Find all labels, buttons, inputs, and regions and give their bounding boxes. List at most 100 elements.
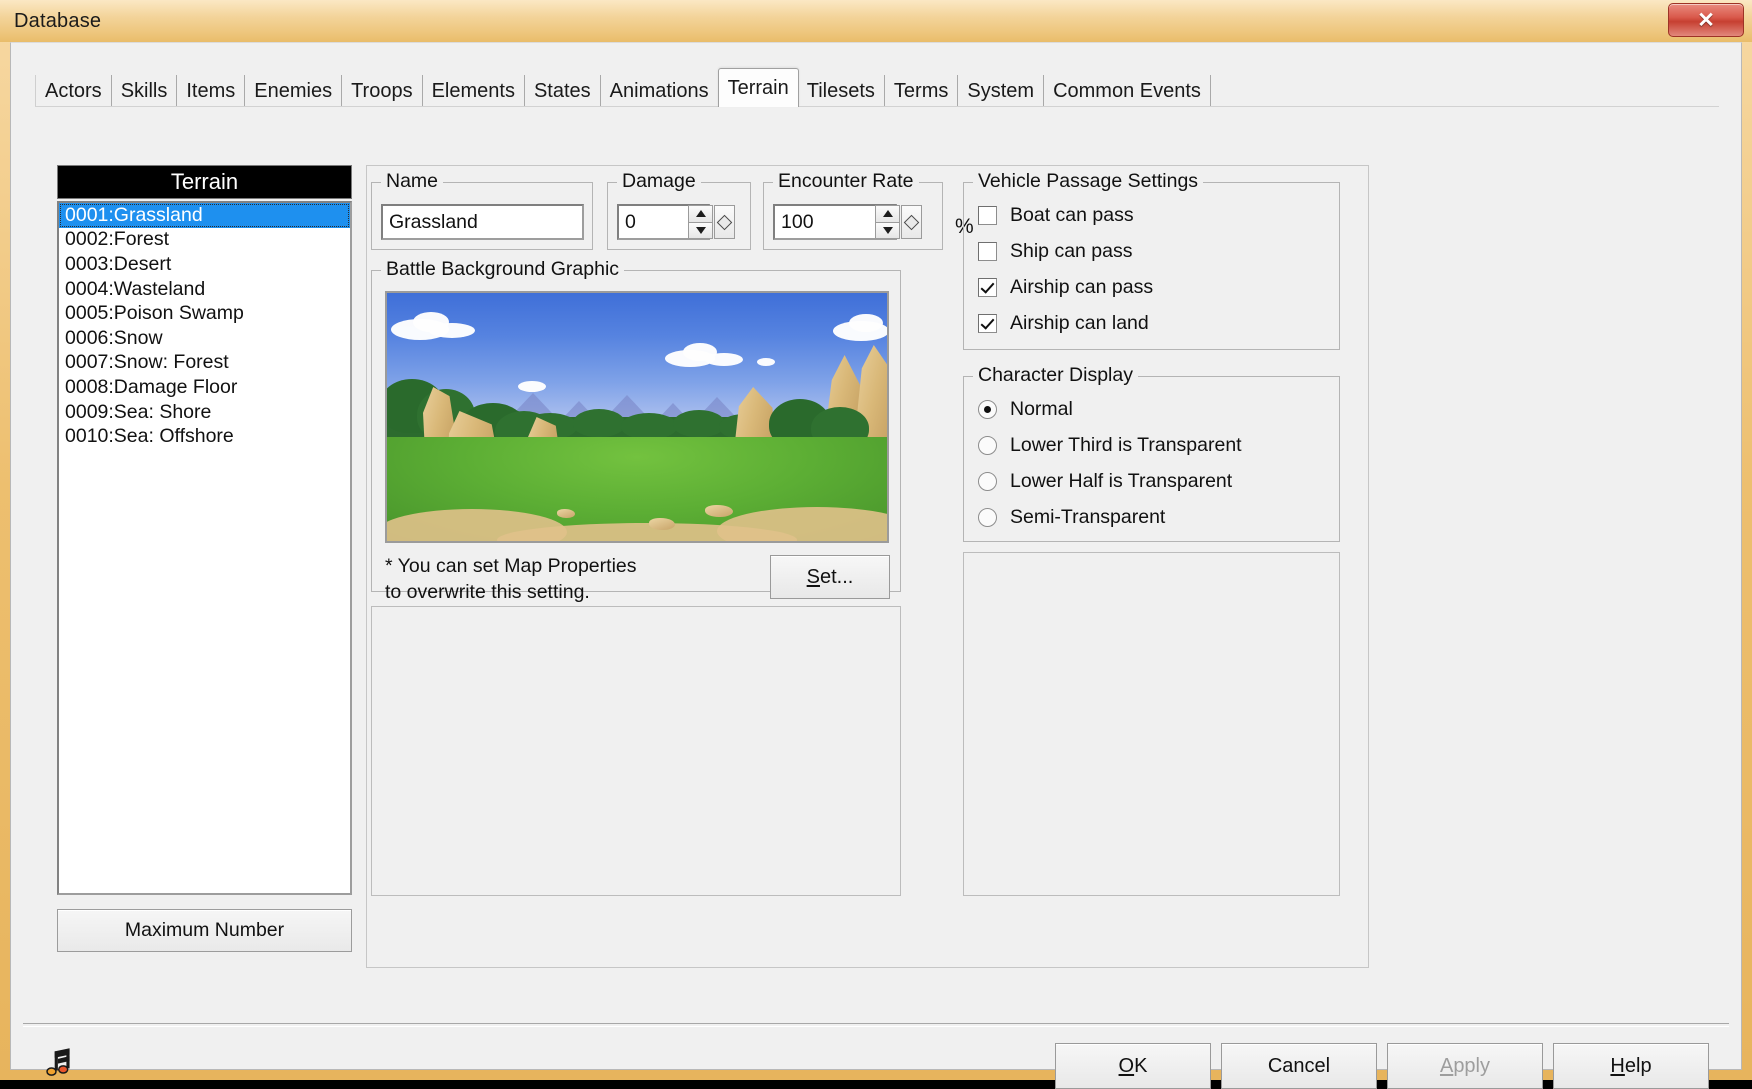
- tab-animations[interactable]: Animations: [600, 75, 719, 107]
- checkbox-boat-can-pass[interactable]: Boat can pass: [978, 204, 1134, 227]
- checkbox-label: Airship can land: [1010, 312, 1149, 334]
- encounter-rate-spinner-grip[interactable]: [901, 205, 922, 239]
- tab-states[interactable]: States: [524, 75, 601, 107]
- chevron-up-icon: [882, 210, 893, 218]
- radio-label: Lower Third is Transparent: [1010, 434, 1242, 456]
- encounter-rate-spinner-up[interactable]: [875, 205, 900, 223]
- radio-label: Normal: [1010, 398, 1073, 420]
- name-input[interactable]: Grassland: [381, 204, 584, 240]
- list-item[interactable]: 0008:Damage Floor: [59, 375, 350, 400]
- apply-button: Apply: [1387, 1043, 1543, 1089]
- radio-icon[interactable]: [978, 472, 997, 491]
- tab-elements[interactable]: Elements: [422, 75, 525, 107]
- radio-normal[interactable]: Normal: [978, 398, 1073, 421]
- terrain-listbox[interactable]: 0001:Grassland 0002:Forest 0003:Desert 0004…: [57, 201, 352, 895]
- checkbox-icon[interactable]: [978, 242, 997, 261]
- cloud: [705, 353, 743, 366]
- list-item[interactable]: 0007:Snow: Forest: [59, 351, 350, 376]
- tab-terms[interactable]: Terms: [884, 75, 959, 107]
- radio-lower-third-is-transparent[interactable]: Lower Third is Transparent: [978, 434, 1242, 457]
- database-window: Database ✕ Actors Skills Items Enemies Troop…: [0, 0, 1752, 1089]
- tab-label: States: [533, 79, 591, 102]
- cancel-button-label: Cancel: [1267, 1054, 1331, 1077]
- terrain-settings-pane: Name Grassland Damage 0 Encounter Rate 1…: [366, 165, 1369, 968]
- damage-spinner-up[interactable]: [688, 205, 713, 223]
- tab-skills[interactable]: Skills: [111, 75, 178, 107]
- encounter-rate-spinner-down[interactable]: [875, 222, 900, 239]
- tab-enemies[interactable]: Enemies: [245, 75, 343, 107]
- checkbox-icon[interactable]: [978, 206, 997, 225]
- damage-spinner-down[interactable]: [688, 222, 713, 239]
- tab-troops[interactable]: Troops: [342, 75, 423, 107]
- list-item[interactable]: 0009:Sea: Shore: [59, 400, 350, 425]
- cloud: [757, 358, 775, 366]
- battle-background-preview[interactable]: [385, 291, 889, 543]
- list-item[interactable]: 0005:Poison Swamp: [59, 301, 350, 326]
- field-stone: [649, 518, 675, 530]
- radio-icon[interactable]: [978, 400, 997, 419]
- maximum-number-button[interactable]: Maximum Number: [57, 909, 352, 952]
- checkbox-airship-can-land[interactable]: Airship can land: [978, 312, 1149, 335]
- tab-label: Enemies: [254, 79, 333, 102]
- damage-legend: Damage: [617, 170, 701, 193]
- checkbox-label: Boat can pass: [1010, 204, 1134, 226]
- tree-blob: [621, 413, 677, 439]
- radio-icon[interactable]: [978, 508, 997, 527]
- checkbox-airship-can-pass[interactable]: Airship can pass: [978, 276, 1153, 299]
- encounter-rate-spinner[interactable]: [875, 205, 900, 239]
- radio-icon[interactable]: [978, 436, 997, 455]
- ok-button[interactable]: OK: [1055, 1043, 1211, 1089]
- list-item[interactable]: 0001:Grassland: [59, 203, 350, 228]
- lower-right-blank-panel: [963, 552, 1340, 896]
- chevron-down-icon: [882, 226, 893, 234]
- tab-actors[interactable]: Actors: [35, 75, 112, 107]
- radio-semi-transparent[interactable]: Semi-Transparent: [978, 506, 1165, 529]
- tab-tilesets[interactable]: Tilesets: [797, 75, 885, 107]
- tree-blob: [573, 409, 625, 437]
- character-display-group: Character Display Normal Lower Third is T…: [963, 364, 1340, 542]
- tab-terrain[interactable]: Terrain: [717, 68, 799, 107]
- set-battle-background-button[interactable]: Set...: [770, 555, 890, 599]
- checkbox-label: Ship can pass: [1010, 240, 1133, 262]
- cancel-button[interactable]: Cancel: [1221, 1043, 1377, 1089]
- character-display-legend: Character Display: [973, 364, 1138, 387]
- checkbox-ship-can-pass[interactable]: Ship can pass: [978, 240, 1133, 263]
- tab-underline: [35, 106, 1719, 107]
- tab-items[interactable]: Items: [177, 75, 246, 107]
- chevron-up-icon: [695, 210, 706, 218]
- set-button-label: Set...: [806, 565, 854, 588]
- vehicle-passage-group: Vehicle Passage Settings Boat can pass Sh…: [963, 170, 1340, 350]
- tab-label: Tilesets: [806, 79, 875, 102]
- list-item[interactable]: 0010:Sea: Offshore: [59, 424, 350, 449]
- damage-spinner-grip[interactable]: [714, 205, 735, 239]
- tab-system[interactable]: System: [958, 75, 1045, 107]
- list-item[interactable]: 0002:Forest: [59, 228, 350, 253]
- tab-common-events[interactable]: Common Events: [1044, 75, 1211, 107]
- list-item[interactable]: 0003:Desert: [59, 252, 350, 277]
- damage-spinner[interactable]: [688, 205, 713, 239]
- battle-background-note: * You can set Map Properties to overwrit…: [385, 555, 637, 604]
- tab-label: Actors: [45, 79, 102, 102]
- radio-lower-half-is-transparent[interactable]: Lower Half is Transparent: [978, 470, 1232, 493]
- tab-bar: Actors Skills Items Enemies Troops Elements St…: [35, 68, 1211, 107]
- checkbox-icon[interactable]: [978, 278, 997, 297]
- name-group: Name Grassland: [371, 170, 593, 250]
- cloud: [849, 314, 883, 332]
- list-header: Terrain: [57, 165, 352, 199]
- tab-label: System: [967, 79, 1035, 102]
- close-icon: ✕: [1697, 8, 1715, 32]
- list-item[interactable]: 0006:Snow: [59, 326, 350, 351]
- list-item[interactable]: 0004:Wasteland: [59, 277, 350, 302]
- close-button[interactable]: ✕: [1668, 3, 1744, 37]
- help-button[interactable]: Help: [1553, 1043, 1709, 1089]
- apply-button-label: Apply: [1439, 1054, 1491, 1077]
- tab-label: Animations: [609, 79, 709, 102]
- cloud: [518, 381, 546, 392]
- name-legend: Name: [381, 170, 444, 193]
- field-stone: [705, 505, 733, 517]
- chevron-down-icon: [695, 226, 706, 234]
- checkbox-icon[interactable]: [978, 314, 997, 333]
- damage-group: Damage 0: [607, 170, 751, 250]
- tree-blob: [673, 410, 725, 437]
- cloud: [429, 323, 475, 338]
